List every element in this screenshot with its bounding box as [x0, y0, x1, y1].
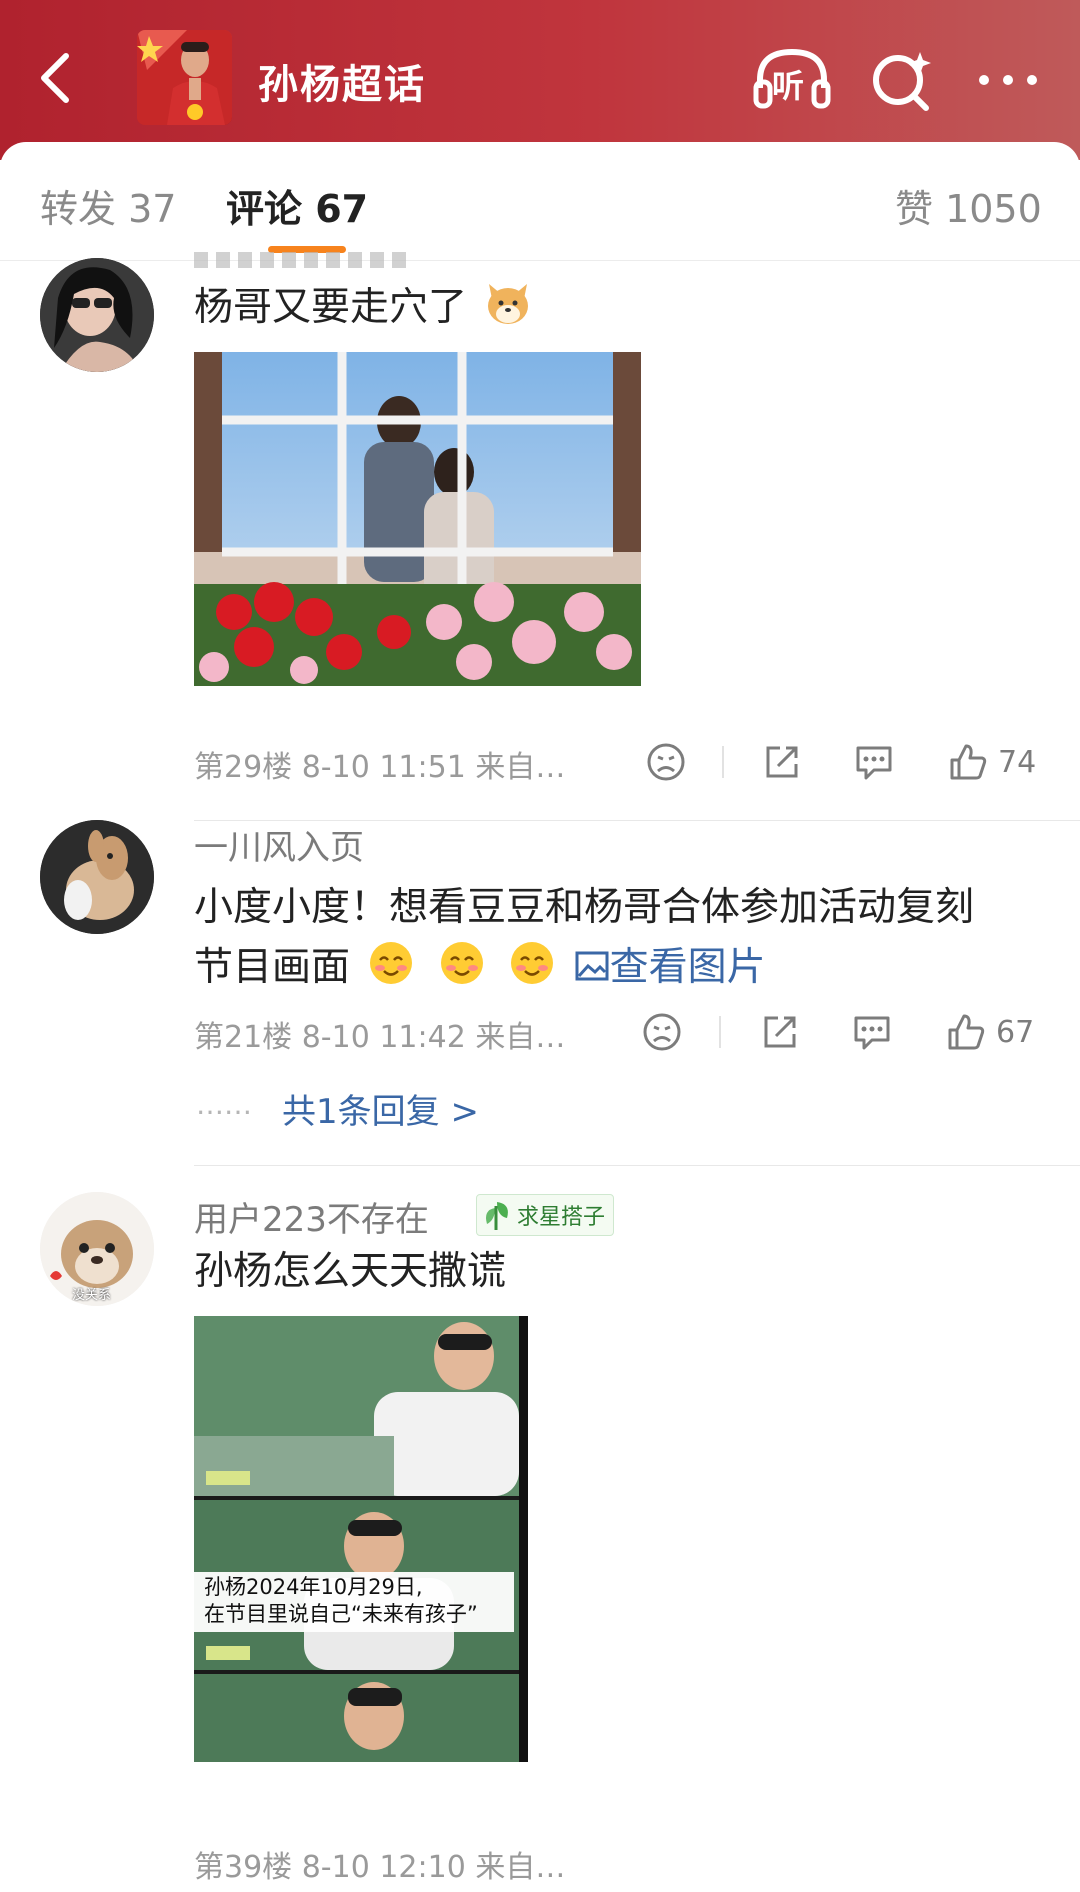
- comment-text: 孙杨怎么天天撒谎: [194, 1249, 507, 1294]
- like-button[interactable]: 74: [946, 740, 1036, 784]
- leaf-badge-icon: [486, 1202, 508, 1230]
- fan-badge[interactable]: 求星搭子: [476, 1194, 615, 1236]
- sparkle-search-icon[interactable]: [862, 44, 942, 114]
- blush-emoji-icon: [370, 942, 413, 984]
- dislike-face-icon[interactable]: [644, 740, 688, 784]
- more-dots-icon[interactable]: [968, 44, 1048, 114]
- reply-bubble-icon[interactable]: [850, 1010, 894, 1054]
- comments-panel: 转发 37 评论 67 赞 1050 杨哥又要走穴了 第29楼 8-10 11:…: [0, 142, 1080, 1885]
- topic-avatar[interactable]: [137, 30, 232, 125]
- avatar[interactable]: 没关系: [40, 1192, 154, 1306]
- tab-reposts[interactable]: 转发 37: [40, 178, 176, 233]
- share-icon[interactable]: [758, 1010, 802, 1054]
- username-cropped: [194, 252, 434, 270]
- image-caption: 孙杨2024年10月29日, 在节目里说自己“未来有孩子”: [204, 1575, 478, 1626]
- divider: [194, 1165, 1080, 1166]
- image-icon: [575, 951, 609, 981]
- like-count: 74: [998, 744, 1037, 780]
- like-count: 67: [996, 1014, 1035, 1050]
- avatar-caption: 没关系: [72, 1288, 112, 1303]
- top-bar: 孙杨超话 听: [0, 0, 1080, 160]
- avatar[interactable]: [40, 820, 154, 934]
- comment-meta: 第39楼 8-10 12:10 来自…: [194, 1850, 566, 1885]
- divider: [722, 746, 724, 778]
- blush-emoji-icon: [511, 942, 554, 984]
- reply-bubble-icon[interactable]: [852, 740, 896, 784]
- page-title: 孙杨超话: [258, 62, 426, 108]
- comment-meta: 第29楼 8-10 11:51 来自…: [194, 750, 566, 785]
- view-replies-link[interactable]: 共1条回复 >: [282, 1084, 479, 1133]
- share-icon[interactable]: [760, 740, 804, 784]
- thumbs-up-icon: [948, 1014, 985, 1050]
- comment-image-screenshot[interactable]: 孙杨2024年10月29日, 在节目里说自己“未来有孩子”: [194, 1316, 528, 1762]
- tab-bar: 转发 37 评论 67 赞 1050: [0, 142, 1080, 261]
- comment-item: 没关系 用户223不存在 求星搭子 孙杨怎么天天撒谎 孙杨2024年10月29日…: [0, 1192, 1080, 1892]
- blush-emoji-icon: [440, 942, 483, 984]
- comment-image-window[interactable]: [194, 352, 641, 686]
- listen-label: 听: [772, 67, 805, 105]
- view-image-link[interactable]: 查看图片: [574, 945, 766, 990]
- avatar[interactable]: [40, 258, 154, 372]
- dislike-face-icon[interactable]: [640, 1010, 684, 1054]
- tab-likes[interactable]: 赞 1050: [895, 178, 1042, 233]
- replies-dots: ……: [196, 1088, 252, 1121]
- comment-text: 杨哥又要走穴了: [194, 278, 537, 338]
- listen-button[interactable]: 听: [752, 44, 832, 114]
- comment-text-line2: 节目画面 查看图片: [194, 938, 766, 998]
- chevron-left-icon[interactable]: [28, 48, 88, 108]
- badge-label: 求星搭子: [517, 1205, 606, 1230]
- like-button[interactable]: 67: [944, 1010, 1034, 1054]
- dog-emoji-icon: [488, 284, 529, 324]
- thumbs-up-icon: [950, 744, 987, 780]
- tab-comments[interactable]: 评论 67: [226, 178, 368, 233]
- divider: [719, 1016, 721, 1048]
- comment-meta: 第21楼 8-10 11:42 来自…: [194, 1020, 566, 1055]
- username[interactable]: 用户223不存在: [194, 1192, 429, 1241]
- username[interactable]: 一川风入页: [194, 820, 364, 869]
- comment-text-line1: 小度小度！想看豆豆和杨哥合体参加活动复刻: [194, 885, 975, 930]
